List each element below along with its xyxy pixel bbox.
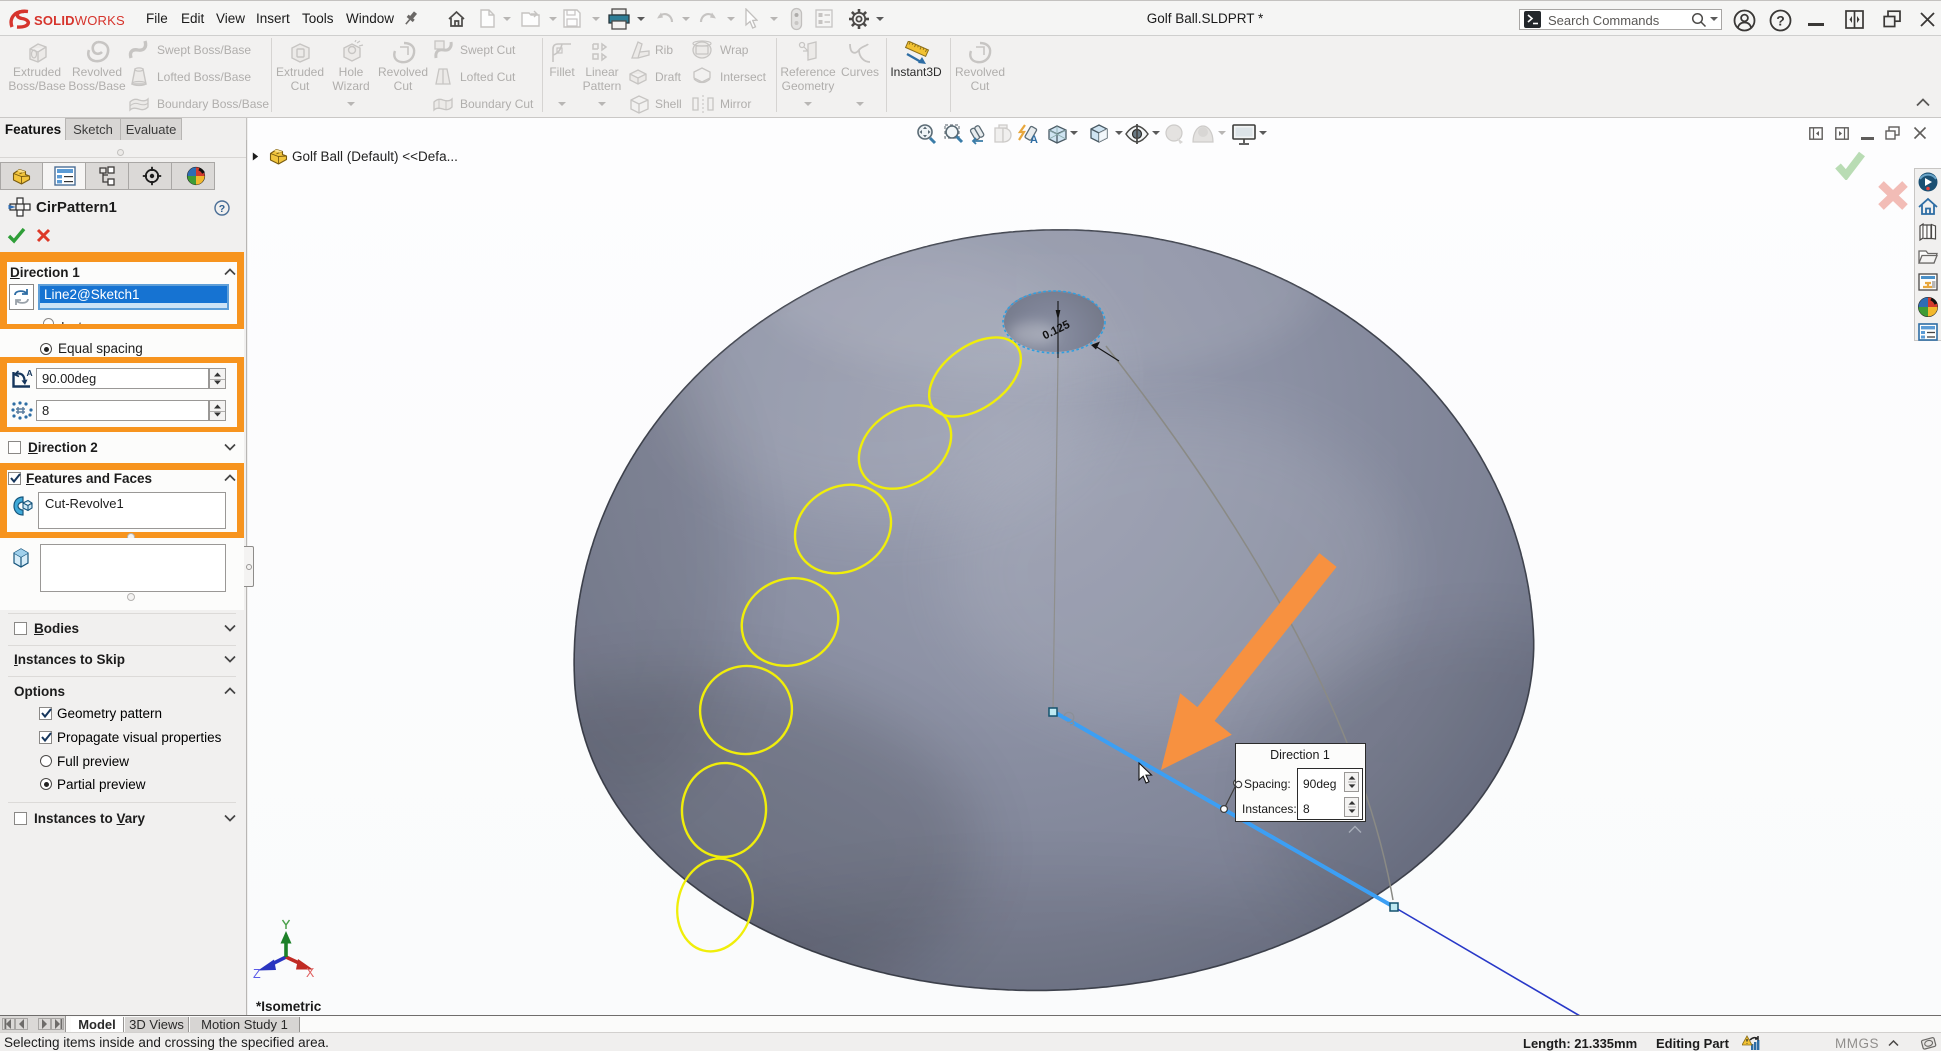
svg-text:?: ? — [219, 203, 225, 215]
svg-text:SOLIDWORKS: SOLIDWORKS — [34, 13, 125, 28]
svg-text:Z: Z — [253, 967, 261, 981]
svg-text:X: X — [306, 966, 315, 980]
svg-text:A: A — [27, 368, 33, 378]
svg-text:?: ? — [1776, 13, 1785, 29]
svg-text:A: A — [1030, 134, 1038, 146]
svg-text:*Isometric: *Isometric — [256, 999, 322, 1014]
